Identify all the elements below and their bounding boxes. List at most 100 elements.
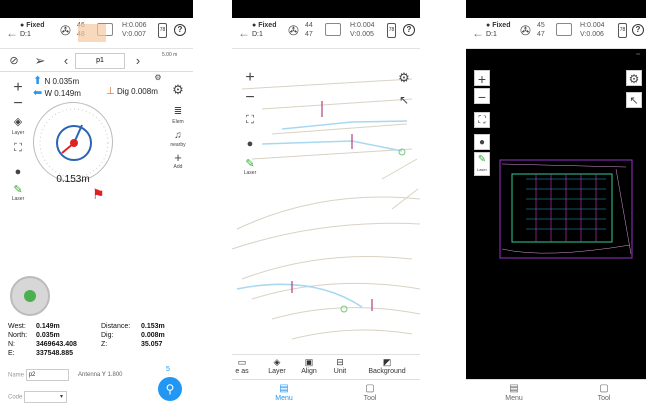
zoom-in-icon[interactable]: +	[242, 70, 258, 86]
laser-button[interactable]: ✎ Laser	[474, 152, 490, 176]
cad-map-dark[interactable]: ▭	[466, 49, 646, 379]
elem-icon[interactable]: ≣	[170, 104, 186, 120]
bottom-nav: ▤ Menu ▢ Tool	[466, 379, 646, 407]
code-field: Code ▾	[8, 391, 68, 403]
laser-label: Laser	[11, 196, 25, 202]
gear-icon[interactable]: ⚙	[396, 70, 412, 86]
bomb-icon[interactable]: ●	[474, 134, 490, 150]
point-nav: ⊘ ➢ ‹ p1 › 5.00 m	[0, 50, 193, 72]
tool-save-as[interactable]: ▭ e as	[232, 357, 252, 375]
laser-icon: ✎	[477, 154, 487, 165]
diff-label: D:1	[252, 31, 263, 38]
satellite-icon: ✇	[60, 23, 71, 38]
record-point-button[interactable]: ⚲	[158, 377, 182, 401]
table-key: N:	[8, 341, 15, 348]
tool-unit[interactable]: ⊟ Unit	[326, 357, 354, 375]
tool-layer[interactable]: ◈ Layer	[262, 357, 292, 375]
align-icon: ▣	[304, 357, 314, 367]
tab-menu[interactable]: ▤ Menu	[264, 383, 304, 402]
v-precision: V:0.007	[122, 31, 146, 38]
table-value: 0.035m	[36, 332, 60, 339]
cursor-icon[interactable]: ↖	[626, 92, 642, 108]
eye-off-icon[interactable]: ⊘	[6, 53, 22, 69]
prev-point-icon[interactable]: ‹	[58, 53, 74, 69]
back-arrow-icon[interactable]: ←	[472, 26, 484, 40]
fix-label: Fixed	[26, 22, 45, 29]
table-row: North: 0.035m Dig: 0.008m	[8, 331, 188, 340]
satellite-count: 44 47	[305, 21, 313, 39]
tab-label: Tool	[363, 395, 377, 402]
cursor-icon[interactable]: ↖	[396, 92, 412, 108]
settings-small-icon[interactable]: ⚙	[150, 70, 166, 86]
table-key: West:	[8, 323, 26, 330]
fullscreen-icon[interactable]: ⛶	[10, 140, 26, 156]
diff-label: D:1	[486, 31, 497, 38]
left-arrow-icon: ⬅	[33, 87, 43, 99]
layer-icon[interactable]: ◈	[10, 114, 26, 130]
joystick-knob[interactable]	[24, 290, 36, 302]
fullscreen-icon[interactable]: ⛶	[474, 112, 490, 128]
name-label: Name	[8, 372, 25, 379]
device-icon[interactable]	[556, 23, 572, 36]
tool-align[interactable]: ▣ Align	[294, 357, 324, 375]
toolbox-icon: ▢	[365, 383, 375, 394]
table-key: Dig:	[101, 332, 114, 339]
bomb-icon[interactable]: ●	[10, 164, 26, 180]
next-point-icon[interactable]: ›	[130, 53, 146, 69]
cad-map[interactable]	[232, 49, 420, 354]
zoom-out-icon[interactable]: −	[10, 96, 26, 112]
tool-label: Background	[368, 368, 406, 375]
gear-icon[interactable]: ⚙	[626, 70, 642, 86]
joystick[interactable]	[10, 276, 50, 316]
tool-label: Unit	[333, 368, 347, 375]
battery-icon: 78	[387, 23, 396, 38]
dig-offset: ⊥ Dig 0.008m	[106, 86, 158, 97]
tab-tool[interactable]: ▢ Tool	[350, 383, 390, 402]
gear-icon[interactable]: ⚙	[170, 82, 186, 98]
west-offset: ⬅ W 0.149m	[33, 86, 81, 99]
zoom-in-icon[interactable]: +	[10, 80, 26, 96]
table-value: 35.057	[141, 341, 163, 348]
nearby-label: nearby	[170, 142, 186, 148]
table-value: 3469643.408	[36, 341, 77, 348]
cad-drawing	[499, 159, 633, 259]
code-label: Code	[8, 394, 23, 401]
v-precision: V:0.006	[580, 31, 604, 38]
tool-background[interactable]: ◩ Background	[358, 357, 416, 375]
top-bezel	[232, 0, 420, 18]
code-select[interactable]: ▾	[24, 391, 68, 403]
satellite-icon: ✇	[288, 23, 299, 38]
tab-tool[interactable]: ▢ Tool	[584, 383, 624, 402]
flag-icon: ⚑	[92, 186, 105, 202]
map-overview-screen: ← ● Fixed D:1 ✇ 45 47 H:0.004 V:0.006 78…	[466, 0, 646, 407]
battery-icon: 78	[158, 23, 167, 38]
laser-label: Laser	[243, 170, 257, 176]
compass	[33, 102, 113, 182]
fix-status: ● Fixed D:1	[486, 22, 511, 38]
zoom-out-icon[interactable]: −	[474, 88, 490, 105]
point-name[interactable]: p1	[75, 53, 125, 69]
zoom-out-icon[interactable]: −	[242, 90, 258, 106]
fullscreen-icon[interactable]: ⛶	[242, 112, 258, 128]
sat-count-bottom: 47	[305, 31, 313, 38]
name-input[interactable]: p2	[25, 369, 69, 381]
device-icon[interactable]	[325, 23, 341, 36]
bomb-icon[interactable]: ●	[242, 136, 258, 152]
diff-label: D:1	[20, 31, 31, 38]
help-icon[interactable]: ?	[403, 24, 415, 36]
fix-status: ● Fixed D:1	[20, 22, 45, 38]
help-icon[interactable]: ?	[174, 24, 186, 36]
zoom-in-icon[interactable]: +	[474, 70, 490, 87]
table-row: West: 0.149m Distance: 0.153m	[8, 322, 188, 331]
help-icon[interactable]: ?	[632, 24, 644, 36]
background-icon: ◩	[382, 357, 392, 367]
antenna-info[interactable]: Antenna Y 1.800	[78, 372, 123, 378]
sat-count-top: 45	[537, 22, 545, 29]
table-value: 0.149m	[36, 323, 60, 330]
navigation-arrow-icon[interactable]: ➢	[32, 53, 48, 69]
back-arrow-icon[interactable]: ←	[6, 26, 18, 40]
tab-menu[interactable]: ▤ Menu	[494, 383, 534, 402]
table-row: E: 337548.885	[8, 349, 188, 358]
bottom-nav: ▤ Menu ▢ Tool	[232, 379, 420, 407]
back-arrow-icon[interactable]: ←	[238, 26, 250, 40]
